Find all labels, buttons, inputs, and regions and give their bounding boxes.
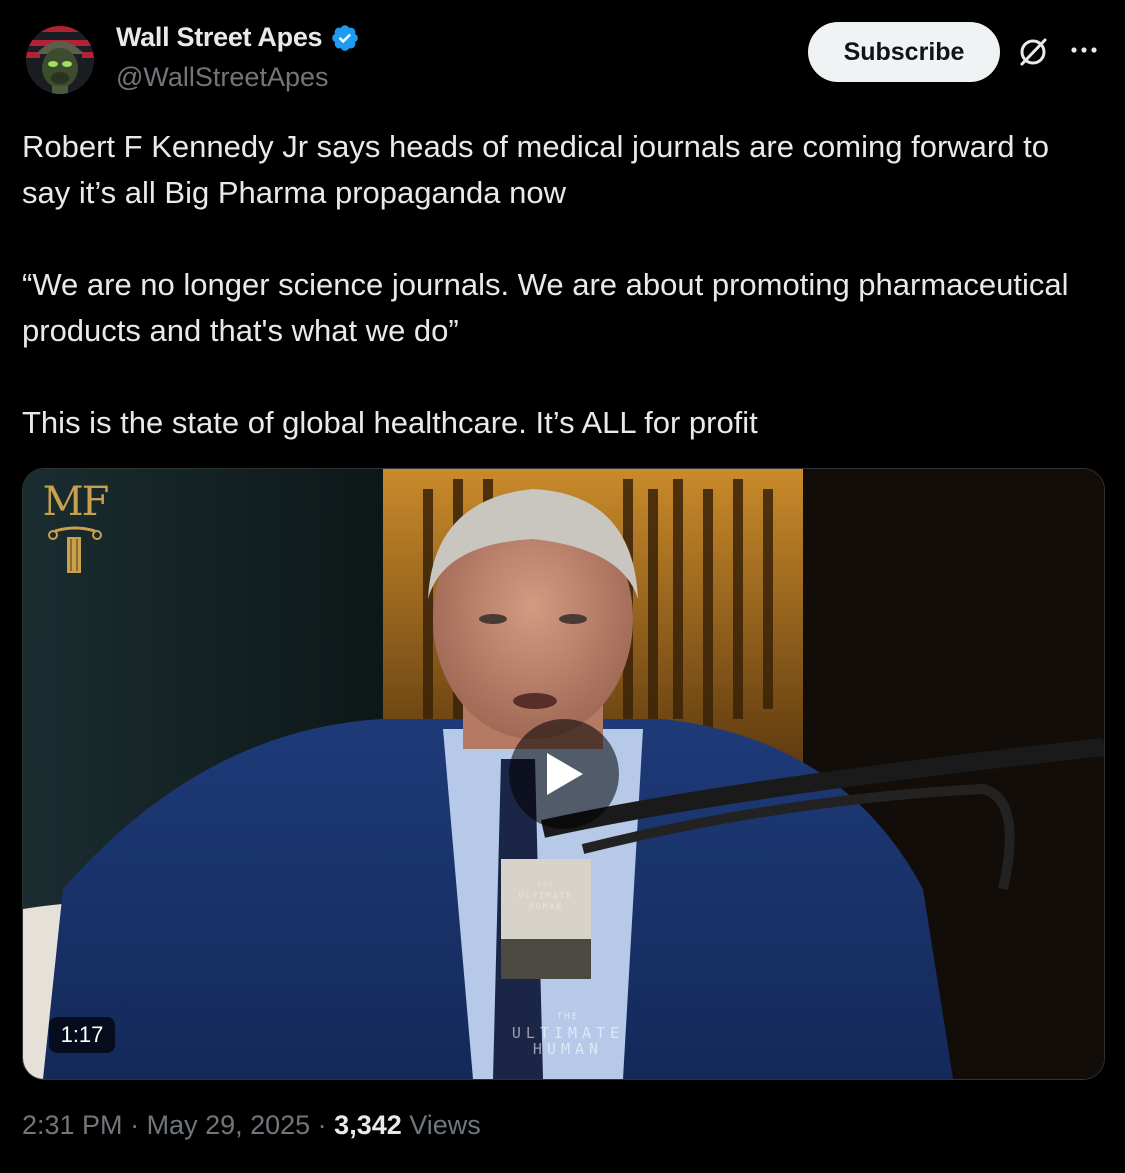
author-name-row[interactable]: Wall Street Apes (116, 22, 360, 53)
watermark-bottom: HUMAN (532, 1040, 604, 1058)
mic-cube-label: THE ULTIMATE HUMAN (501, 879, 591, 912)
channel-logo: MF (37, 479, 113, 575)
tweet-paragraph: Robert F Kennedy Jr says heads of medica… (22, 129, 1049, 210)
tweet-paragraph: “We are no longer science journals. We a… (22, 267, 1069, 348)
tweet-meta: 2:31 PM · May 29, 2025 · 3,342 Views (22, 1110, 481, 1141)
video-player[interactable]: MF THE ULTIMATE HUMAN THE ULTIMATE HUMAN (22, 468, 1105, 1080)
play-button[interactable] (509, 719, 619, 829)
grok-icon[interactable] (1015, 34, 1051, 70)
tweet-time[interactable]: 2:31 PM (22, 1110, 123, 1140)
avatar-image (26, 26, 94, 94)
author-display-name[interactable]: Wall Street Apes (116, 22, 323, 53)
author-avatar[interactable] (22, 24, 102, 94)
column-icon (48, 526, 102, 573)
verified-badge-icon (330, 23, 360, 53)
views-count: 3,342 (334, 1110, 402, 1140)
mic-label-mid: ULTIMATE (518, 891, 574, 900)
tweet-date[interactable]: May 29, 2025 (147, 1110, 311, 1140)
video-watermark: THE ULTIMATE HUMAN (488, 1009, 648, 1057)
watermark-top: THE (556, 1012, 580, 1022)
more-options-icon[interactable] (1068, 38, 1100, 58)
mic-label-bottom: HUMAN (528, 902, 564, 911)
meta-separator: · (310, 1110, 335, 1140)
meta-separator: · (122, 1110, 147, 1140)
tweet-text: Robert F Kennedy Jr says heads of medica… (22, 124, 1102, 446)
mic-label-top: THE (537, 881, 555, 888)
video-duration-badge: 1:17 (49, 1017, 115, 1053)
tweet-post: Wall Street Apes @WallStreetApes Subscri… (0, 0, 1125, 1173)
author-handle[interactable]: @WallStreetApes (116, 62, 328, 93)
subscribe-button[interactable]: Subscribe (808, 22, 1000, 82)
tweet-paragraph: This is the state of global healthcare. … (22, 405, 758, 440)
play-icon (547, 753, 583, 795)
views-label: Views (409, 1110, 481, 1140)
watermark-mid: ULTIMATE (511, 1024, 625, 1042)
